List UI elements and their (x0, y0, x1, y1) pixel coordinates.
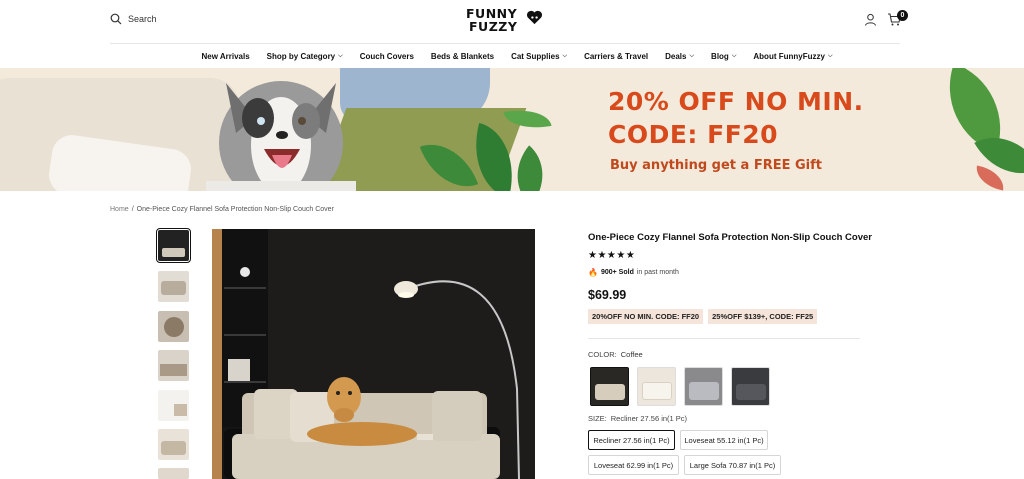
size-label: SIZE: Recliner 27.56 in(1 Pc) (588, 414, 687, 423)
heart-icon (527, 10, 542, 25)
nav-label: Cat Supplies (511, 51, 560, 61)
color-selected-value: Coffee (620, 350, 643, 359)
nav-label: Couch Covers (359, 51, 414, 61)
nav-label: Shop by Category (266, 51, 336, 61)
thumbnail-sofa (160, 364, 187, 376)
search-button[interactable]: Search (110, 13, 157, 25)
nav-label: New Arrivals (201, 51, 250, 61)
color-label-text: COLOR: (588, 350, 617, 359)
sold-count: 🔥 900+ Sold in past month (588, 268, 679, 277)
breadcrumb: Home / One-Piece Cozy Flannel Sofa Prote… (110, 206, 334, 213)
chevron-down-icon: ⌵ (689, 52, 695, 59)
account-icon[interactable] (864, 13, 877, 26)
color-label: COLOR: Coffee (588, 350, 643, 359)
brand-logo[interactable]: FUNNY FUZZY (466, 7, 546, 34)
size-option[interactable]: Large Sofa 70.87 in(1 Pc) (684, 455, 781, 475)
thumbnail-sofa (164, 317, 184, 337)
thumbnail[interactable] (158, 350, 189, 381)
breadcrumb-home-link[interactable]: Home (110, 206, 129, 213)
nav-label: Blog (711, 51, 729, 61)
size-option[interactable]: Loveseat 55.12 in(1 Pc) (680, 430, 768, 450)
site-header: Search FUNNY FUZZY 0 (0, 0, 1024, 44)
search-label: Search (128, 14, 157, 24)
product-title: One-Piece Cozy Flannel Sofa Protection N… (588, 232, 872, 243)
size-options: Recliner 27.56 in(1 Pc) Loveseat 55.12 i… (588, 429, 808, 479)
thumbnail[interactable] (158, 468, 189, 479)
chevron-down-icon: ⌵ (338, 52, 343, 59)
nav-about[interactable]: About FunnyFuzzy ⌵ (753, 52, 832, 61)
promo-banner[interactable] (0, 68, 1024, 191)
nav-label: Deals (665, 51, 687, 61)
nav-couch-covers[interactable]: Couch Covers (360, 52, 414, 61)
chevron-down-icon: ⌵ (827, 52, 833, 59)
size-label-text: SIZE: (588, 414, 607, 423)
thumbnail[interactable] (158, 271, 189, 302)
nav-label: About FunnyFuzzy (753, 51, 825, 61)
banner-headline: 20% OFF NO MIN. (608, 87, 864, 116)
info-divider (588, 338, 860, 339)
thumbnail-sofa (161, 281, 186, 295)
size-selected-value: Recliner 27.56 in(1 Pc) (610, 414, 688, 423)
discount-code-badge[interactable]: 25%OFF $139+, CODE: FF25 (708, 309, 818, 324)
main-nav: New Arrivals Shop by Category ⌵ Couch Cov… (0, 45, 1024, 67)
nav-blog[interactable]: Blog ⌵ (711, 52, 736, 61)
color-swatches (590, 367, 780, 407)
color-swatch-dark-grey[interactable] (731, 367, 770, 406)
chevron-down-icon: ⌵ (562, 52, 568, 59)
nav-new-arrivals[interactable]: New Arrivals (202, 52, 250, 61)
discount-code-badge[interactable]: 20%OFF NO MIN. CODE: FF20 (588, 309, 704, 324)
nav-deals[interactable]: Deals ⌵ (665, 52, 694, 61)
swatch-sofa (736, 384, 766, 400)
sold-number: 900+ Sold (600, 269, 634, 276)
color-swatch-cream[interactable] (637, 367, 676, 406)
swatch-sofa (642, 382, 672, 400)
nav-carriers-travel[interactable]: Carriers & Travel (584, 52, 648, 61)
thumbnail-sofa (161, 441, 186, 455)
thumbnail[interactable] (158, 429, 189, 460)
size-option[interactable]: Loveseat 62.99 in(1 Pc) (588, 455, 679, 475)
swatch-sofa (595, 384, 625, 400)
cart-count-badge: 0 (897, 10, 908, 21)
thumbnail-sofa (162, 248, 185, 257)
color-swatch-grey[interactable] (684, 367, 723, 406)
discount-codes: 20%OFF NO MIN. CODE: FF20 25%OFF $139+, … (588, 309, 818, 324)
nav-label: Beds & Blankets (430, 51, 495, 61)
thumbnail[interactable] (156, 228, 191, 263)
search-icon (110, 13, 122, 25)
main-product-image[interactable] (212, 229, 535, 479)
fire-icon: 🔥 (588, 268, 598, 277)
product-photo (212, 229, 535, 479)
header-divider (110, 43, 900, 44)
banner-dog-image (206, 81, 356, 191)
thumbnail[interactable] (158, 311, 189, 342)
thumbnail-sofa (174, 404, 187, 416)
nav-shop-by-category[interactable]: Shop by Category ⌵ (267, 52, 343, 61)
nav-cat-supplies[interactable]: Cat Supplies ⌵ (511, 52, 567, 61)
banner-code: CODE: FF20 (608, 120, 779, 149)
nav-beds-blankets[interactable]: Beds & Blankets (431, 52, 494, 61)
chevron-down-icon: ⌵ (731, 52, 737, 59)
sold-suffix: in past month (636, 269, 679, 276)
logo-line-2: FUZZY (469, 19, 518, 34)
breadcrumb-current: One-Piece Cozy Flannel Sofa Protection N… (136, 206, 334, 213)
swatch-sofa (689, 382, 719, 400)
color-swatch-coffee[interactable] (590, 367, 629, 406)
banner-subtext: Buy anything get a FREE Gift (610, 158, 823, 173)
rating-stars[interactable]: ★★★★★ (588, 250, 635, 261)
product-price: $69.99 (588, 288, 627, 302)
breadcrumb-separator: / (131, 206, 134, 213)
size-option[interactable]: Recliner 27.56 in(1 Pc) (588, 430, 675, 450)
thumbnail[interactable] (158, 390, 189, 421)
nav-label: Carriers & Travel (584, 51, 649, 61)
